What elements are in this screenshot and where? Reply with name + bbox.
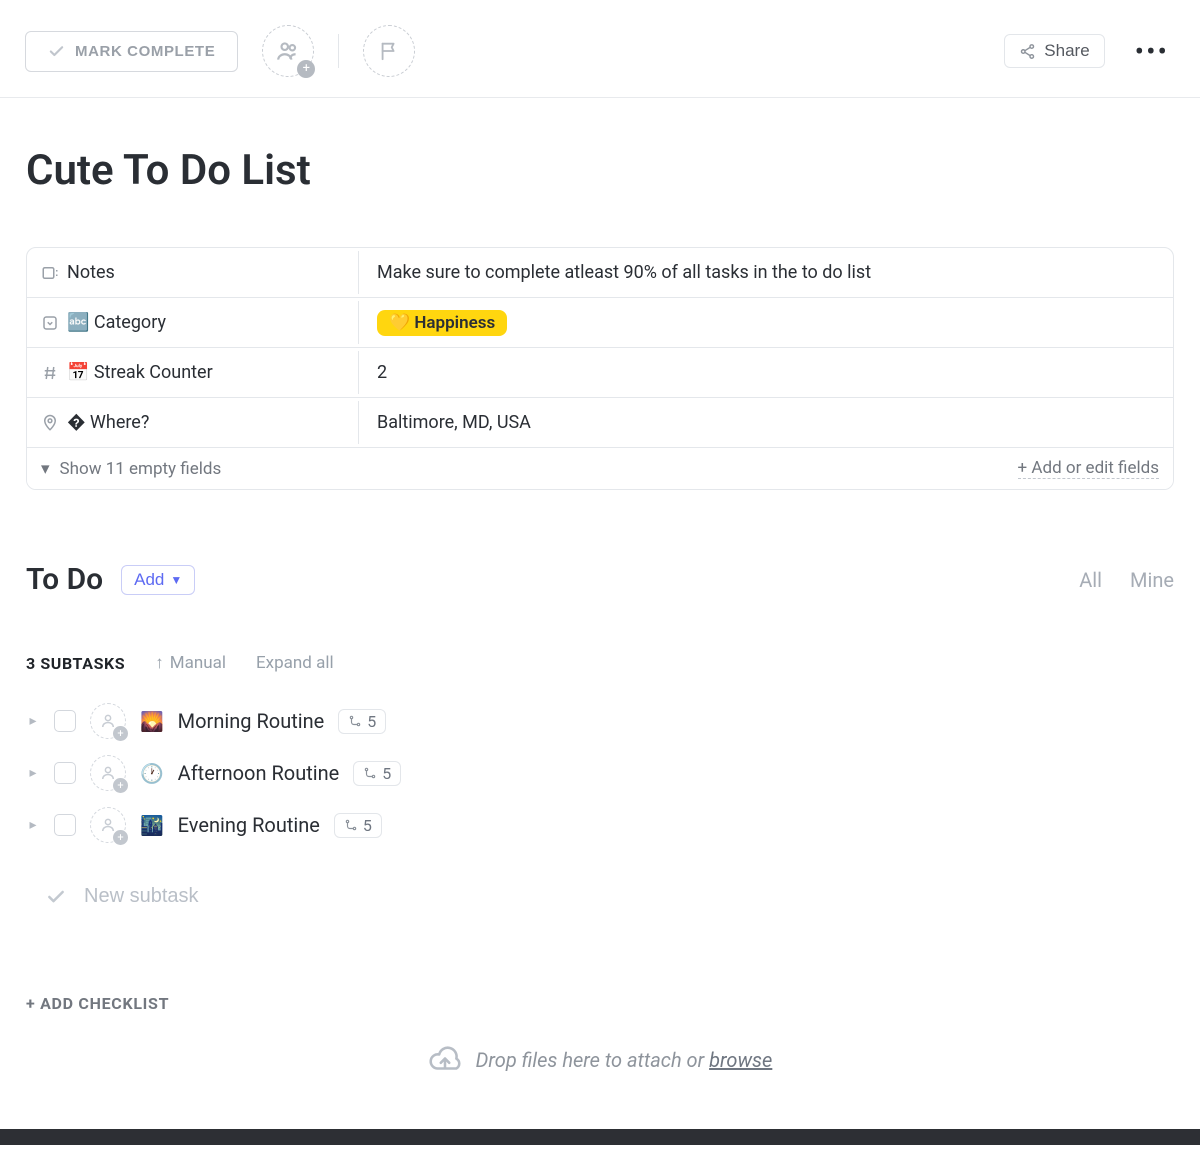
caret-down-icon: ▼ xyxy=(170,573,182,587)
branch-icon xyxy=(348,714,362,728)
assignee-slot[interactable]: + xyxy=(90,755,126,791)
plus-icon: + xyxy=(297,60,315,78)
filter-mine[interactable]: Mine xyxy=(1130,568,1174,592)
attachment-dropzone[interactable]: Drop files here to attach or browse xyxy=(26,1031,1174,1103)
browse-link[interactable]: browse xyxy=(709,1048,772,1072)
share-icon xyxy=(1019,43,1036,60)
new-subtask-row[interactable] xyxy=(26,869,1174,924)
field-label: 📅 Streak Counter xyxy=(67,362,213,383)
task-name[interactable]: Afternoon Routine xyxy=(178,761,340,785)
subtask-row[interactable]: ▸ + 🌄 Morning Routine 5 xyxy=(26,695,1174,747)
expand-caret-icon[interactable]: ▸ xyxy=(26,817,40,833)
more-menu-button[interactable]: ••• xyxy=(1129,35,1175,68)
ellipsis-icon: ••• xyxy=(1135,35,1169,68)
assignees-button[interactable]: + xyxy=(262,25,314,77)
field-label: Notes xyxy=(67,262,115,283)
plus-icon: + xyxy=(113,726,128,741)
subtask-count-pill[interactable]: 5 xyxy=(334,813,382,838)
fields-footer: ▾ Show 11 empty fields + Add or edit fie… xyxy=(27,448,1173,489)
task-emoji: 🌃 xyxy=(140,814,164,837)
assignee-slot[interactable]: + xyxy=(90,703,126,739)
hash-icon xyxy=(41,364,59,382)
assignee-slot[interactable]: + xyxy=(90,807,126,843)
new-subtask-input[interactable] xyxy=(84,885,684,908)
plus-icon: + xyxy=(113,778,128,793)
expand-caret-icon[interactable]: ▸ xyxy=(26,765,40,781)
subtask-row[interactable]: ▸ + 🕐 Afternoon Routine 5 xyxy=(26,747,1174,799)
custom-fields-table: Notes Make sure to complete atleast 90% … xyxy=(26,247,1174,490)
section-title: To Do xyxy=(26,562,103,597)
subtask-row[interactable]: ▸ + 🌃 Evening Routine 5 xyxy=(26,799,1174,851)
subtask-count: 3 SUBTASKS xyxy=(26,654,125,673)
checkbox[interactable] xyxy=(54,762,76,784)
add-edit-fields[interactable]: + Add or edit fields xyxy=(1018,458,1159,479)
share-label: Share xyxy=(1044,41,1089,61)
checkbox[interactable] xyxy=(54,814,76,836)
subtask-count-pill[interactable]: 5 xyxy=(338,709,386,734)
field-value[interactable]: Make sure to complete atleast 90% of all… xyxy=(359,251,1173,294)
field-label: 🔤 Category xyxy=(67,312,166,333)
branch-icon xyxy=(344,818,358,832)
field-row-notes[interactable]: Notes Make sure to complete atleast 90% … xyxy=(27,248,1173,298)
category-tag[interactable]: 💛 Happiness xyxy=(377,310,507,336)
cloud-upload-icon xyxy=(428,1043,462,1077)
task-emoji: 🌄 xyxy=(140,710,164,733)
subtask-list: ▸ + 🌄 Morning Routine 5 ▸ + 🕐 Afternoon … xyxy=(26,695,1174,851)
flag-priority-button[interactable] xyxy=(363,25,415,77)
toolbar-divider xyxy=(338,34,339,68)
filter-all[interactable]: All xyxy=(1079,568,1102,592)
check-icon xyxy=(46,887,66,907)
text-icon xyxy=(41,264,59,282)
flag-icon xyxy=(378,40,400,62)
checkbox[interactable] xyxy=(54,710,76,732)
show-empty-fields[interactable]: ▾ Show 11 empty fields xyxy=(41,459,221,479)
field-row-streak[interactable]: 📅 Streak Counter 2 xyxy=(27,348,1173,398)
dropzone-text: Drop files here to attach or xyxy=(476,1048,709,1072)
field-row-category[interactable]: 🔤 Category 💛 Happiness xyxy=(27,298,1173,348)
mark-complete-label: MARK COMPLETE xyxy=(75,43,215,60)
mark-complete-button[interactable]: MARK COMPLETE xyxy=(25,31,238,72)
subtask-count-pill[interactable]: 5 xyxy=(353,761,401,786)
task-name[interactable]: Evening Routine xyxy=(178,813,320,837)
list-controls: 3 SUBTASKS ↑ Manual Expand all xyxy=(26,653,1174,673)
task-emoji: 🕐 xyxy=(140,762,164,785)
todo-section-header: To Do Add ▼ All Mine xyxy=(26,562,1174,597)
plus-icon: + xyxy=(113,830,128,845)
bottom-bar xyxy=(0,1129,1200,1145)
expand-caret-icon[interactable]: ▸ xyxy=(26,713,40,729)
caret-down-icon: ▾ xyxy=(41,459,50,479)
field-value[interactable]: 2 xyxy=(359,351,1173,394)
branch-icon xyxy=(363,766,377,780)
location-icon xyxy=(41,414,59,432)
field-row-where[interactable]: � Where? Baltimore, MD, USA xyxy=(27,398,1173,448)
share-button[interactable]: Share xyxy=(1004,34,1104,68)
add-checklist-button[interactable]: + ADD CHECKLIST xyxy=(26,994,1174,1013)
add-button[interactable]: Add ▼ xyxy=(121,565,195,595)
page-title[interactable]: Cute To Do List xyxy=(26,146,1174,195)
people-icon xyxy=(275,38,301,64)
sort-button[interactable]: ↑ Manual xyxy=(155,653,226,673)
field-label: � Where? xyxy=(67,412,149,433)
task-name[interactable]: Morning Routine xyxy=(178,709,325,733)
expand-all-button[interactable]: Expand all xyxy=(256,653,334,673)
top-toolbar: MARK COMPLETE + Share ••• xyxy=(0,0,1200,98)
field-value[interactable]: Baltimore, MD, USA xyxy=(359,401,1173,444)
arrow-up-icon: ↑ xyxy=(155,653,164,673)
check-icon xyxy=(48,43,65,60)
dropdown-icon xyxy=(41,314,59,332)
